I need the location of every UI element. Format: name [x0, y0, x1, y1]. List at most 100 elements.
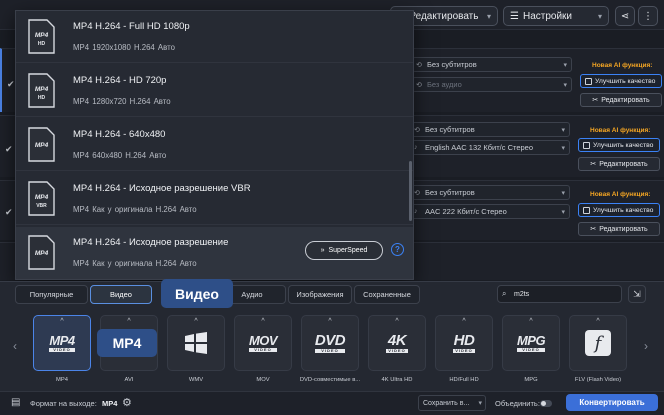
chevron-down-icon: ▾: [486, 11, 491, 21]
chevron-right-icon[interactable]: ›: [644, 339, 648, 353]
checkbox-checked-icon[interactable]: ✔: [5, 207, 15, 217]
format-tile-flv[interactable]: ^ f: [569, 315, 627, 371]
scissors-icon: ✂: [590, 161, 597, 168]
format-tile-wmv[interactable]: ^: [167, 315, 225, 371]
format-logo-sub: VIDEO: [453, 348, 475, 353]
edit-button[interactable]: ✂ Редактировать: [580, 93, 662, 107]
chevron-down-icon: ▾: [563, 61, 567, 69]
save-location-select[interactable]: Сохранить в... ▾: [418, 395, 486, 411]
audio-select[interactable]: ♪ English AAC 132 Кбит/с Стерео ▾: [410, 140, 570, 155]
gear-icon[interactable]: ⚙: [122, 396, 132, 409]
format-tile-4k[interactable]: ^ 4K VIDEO: [368, 315, 426, 371]
more-button[interactable]: ⋮: [638, 6, 658, 26]
subtitles-icon: ⟲: [416, 61, 422, 69]
ai-feature-label: Новая AI функция:: [590, 127, 651, 134]
chevron-up-icon: ^: [529, 318, 533, 325]
svg-text:MP4: MP4: [35, 32, 49, 39]
4k-logo-icon: 4K VIDEO: [386, 332, 408, 353]
mp4-logo-icon: MP4 VIDEO: [49, 333, 75, 352]
preset-name: MP4 H.264 - HD 720p: [73, 75, 167, 86]
tab-images[interactable]: Изображения: [288, 285, 352, 304]
audio-select[interactable]: ♪ AAC 222 Кбит/с Стерео ▾: [410, 204, 570, 219]
preset-item[interactable]: MP4 VBR MP4 H.264 - Исходное разрешение V…: [16, 173, 413, 225]
subtitles-select[interactable]: ⟲ Без субтитров ▾: [412, 57, 572, 72]
settings-icon: ☰: [510, 10, 519, 22]
output-file-icon: ▤: [11, 397, 21, 408]
settings-label: Настройки: [522, 10, 573, 22]
format-label: 4K Ultra HD: [381, 377, 413, 383]
merge-label: Объединить:: [495, 399, 540, 408]
preset-item[interactable]: MP4 MP4 H.264 - 640x480 MP4 640x480 H.26…: [16, 119, 413, 171]
share-icon: ⋖: [620, 10, 630, 22]
format-label: DVD-совместимые в...: [299, 377, 361, 383]
edit-label: Редактировать: [599, 160, 648, 168]
tab-saved[interactable]: Сохраненные: [354, 285, 420, 304]
format-logo-text: f: [594, 332, 602, 354]
mp4-file-icon: MP4: [28, 127, 55, 162]
preset-item[interactable]: MP4 HD MP4 H.264 - Full HD 1080p MP4 1920…: [16, 11, 413, 63]
enhance-label: Улучшить качество: [595, 77, 656, 85]
format-logo-text: DVD: [314, 332, 346, 349]
chevron-down-icon: ▾: [597, 11, 602, 21]
audio-icon: ⟲: [416, 81, 422, 89]
tab-popular[interactable]: Популярные: [15, 285, 88, 304]
enhance-quality-toggle[interactable]: Улучшить качество: [578, 203, 660, 217]
edit-label: Редактировать: [601, 96, 650, 104]
preset-item[interactable]: MP4 HD MP4 H.264 - HD 720p MP4 1280x720 H…: [16, 65, 413, 117]
format-label: MP4: [56, 377, 68, 383]
chevron-up-icon: ^: [462, 318, 466, 325]
format-logo-text: MP4: [49, 333, 75, 348]
superspeed-button[interactable]: » SuperSpeed: [305, 241, 383, 260]
chevron-up-icon: ^: [194, 318, 198, 325]
mp4-file-icon: MP4: [28, 235, 55, 270]
format-tile-mov[interactable]: ^ MOV VIDEO: [234, 315, 292, 371]
svg-text:VBR: VBR: [36, 203, 47, 209]
preset-meta: MP4 1920x1080 H.264 Авто: [73, 43, 175, 52]
enhance-quality-toggle[interactable]: Улучшить качество: [578, 138, 660, 152]
enhance-quality-toggle[interactable]: Улучшить качество: [580, 74, 662, 88]
format-label: MOV: [256, 377, 270, 383]
edit-button[interactable]: ✂ Редактировать: [578, 222, 660, 236]
video-tab-callout: Видео: [161, 279, 233, 308]
export-presets-button[interactable]: ⇲: [628, 285, 646, 303]
chevron-down-icon: ▾: [561, 144, 565, 152]
format-logo-sub: VIDEO: [314, 349, 346, 353]
preset-item-selected[interactable]: MP4 MP4 H.264 - Исходное разрешение MP4 …: [16, 227, 413, 279]
ai-feature-label: Новая AI функция:: [592, 62, 653, 69]
subtitles-select[interactable]: ⟲ Без субтитров ▾: [410, 185, 570, 200]
format-logo-text: MPG: [516, 333, 546, 348]
format-tile-dvd[interactable]: ^ DVD VIDEO: [301, 315, 359, 371]
output-format-value: MP4: [102, 399, 118, 408]
save-location-label: Сохранить в...: [423, 399, 470, 407]
help-icon[interactable]: ?: [391, 243, 404, 256]
dvd-logo-icon: DVD VIDEO: [314, 332, 346, 353]
checkbox-icon: [585, 77, 592, 85]
settings-button[interactable]: ☰ Настройки ▾: [503, 6, 609, 26]
edit-button[interactable]: ✂ Редактировать: [578, 157, 660, 171]
convert-button[interactable]: Конвертировать: [566, 394, 658, 411]
format-logo-text: 4K: [387, 332, 407, 349]
svg-text:MP4: MP4: [35, 250, 49, 257]
tab-video[interactable]: Видео: [90, 285, 152, 304]
chevron-left-icon[interactable]: ‹: [13, 339, 17, 353]
checkbox-checked-icon[interactable]: ✔: [5, 144, 15, 154]
format-label: AVI: [124, 377, 134, 383]
search-value: m2ts: [514, 290, 530, 298]
subtitles-select[interactable]: ⟲ Без субтитров ▾: [410, 122, 570, 137]
svg-text:MP4: MP4: [35, 194, 49, 201]
format-tile-mp4[interactable]: ^ MP4 VIDEO: [33, 315, 91, 371]
audio-select[interactable]: ⟲ Без аудио ▾: [412, 77, 572, 92]
format-tile-hd[interactable]: ^ HD VIDEO: [435, 315, 493, 371]
chevron-up-icon: ^: [596, 318, 600, 325]
scrollbar-thumb[interactable]: [409, 161, 412, 221]
preset-name: MP4 H.264 - 640x480: [73, 129, 166, 140]
format-tile-mpg[interactable]: ^ MPG VIDEO: [502, 315, 560, 371]
audio-icon: ♪: [414, 208, 418, 215]
search-input[interactable]: ⌕ m2ts: [497, 285, 622, 303]
merge-toggle[interactable]: [540, 400, 552, 407]
preset-name: MP4 H.264 - Исходное разрешение VBR: [73, 183, 251, 194]
share-button[interactable]: ⋖: [615, 6, 635, 26]
chevron-up-icon: ^: [127, 318, 131, 325]
ai-feature-label: Новая AI функция:: [590, 191, 651, 198]
audio-value: AAC 222 Кбит/с Стерео: [425, 207, 507, 216]
